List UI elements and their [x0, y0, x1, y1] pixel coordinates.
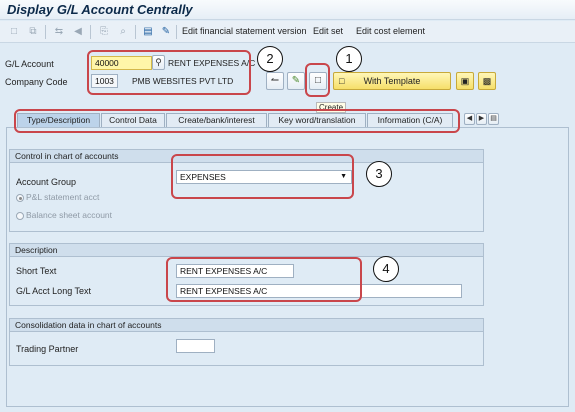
trading-partner-input[interactable]	[176, 339, 215, 353]
save-icon[interactable]: ▤	[141, 25, 155, 38]
short-text-label: Short Text	[16, 266, 57, 276]
edit-pencil-icon[interactable]: ✎	[287, 72, 305, 90]
display-change-icon[interactable]: ✎	[159, 25, 173, 38]
trading-partner-label: Trading Partner	[16, 344, 79, 354]
annotation-4: 4	[373, 256, 399, 282]
document-icon: □	[339, 76, 345, 86]
trash-icon[interactable]: ▩	[478, 72, 496, 90]
edit-cost-element-menu[interactable]: Edit cost element	[356, 26, 425, 36]
application-toolbar: □ ⧉ ⇆ ◀ ⎘ ⌕ ▤ ✎ Edit financial statement…	[0, 21, 575, 43]
toolbar-separator	[135, 25, 136, 39]
annotation-1: 1	[336, 46, 362, 72]
long-text-label: G/L Acct Long Text	[16, 286, 92, 296]
highlight-header-fields	[87, 50, 251, 95]
with-template-button[interactable]: □ With Template	[333, 72, 451, 90]
balance-sheet-label: Balance sheet account	[26, 210, 113, 220]
highlight-description	[166, 257, 362, 302]
account-group-label: Account Group	[16, 177, 77, 187]
with-template-label: With Template	[363, 76, 421, 86]
window-title: Display G/L Account Centrally	[7, 2, 193, 17]
tab-prev-icon[interactable]: ◀	[464, 113, 475, 125]
title-bar: Display G/L Account Centrally	[0, 0, 575, 20]
edit-fs-version-menu[interactable]: Edit financial statement version	[182, 26, 307, 36]
annotation-2: 2	[257, 46, 283, 72]
company-code-label: Company Code	[5, 77, 68, 87]
edit-set-menu[interactable]: Edit set	[313, 26, 343, 36]
toolbar-separator	[90, 25, 91, 39]
where-used-icon[interactable]: ↼	[266, 72, 284, 90]
consolidation-group-title: Consolidation data in chart of accounts	[10, 319, 483, 332]
tab-list-icon[interactable]: ▤	[488, 113, 499, 125]
print-icon[interactable]: ⎘	[97, 25, 111, 38]
toolbar-separator	[45, 25, 46, 39]
find-icon[interactable]: ⌕	[116, 25, 130, 38]
tab-next-icon[interactable]: ▶	[476, 113, 487, 125]
balance-sheet-radio[interactable]	[16, 212, 24, 220]
pl-statement-label: P&L statement acct	[26, 192, 100, 202]
gl-account-label: G/L Account	[5, 59, 54, 69]
other-object-icon[interactable]: ⇆	[52, 25, 66, 38]
copy-icon[interactable]: ⧉	[26, 25, 40, 38]
description-group-title: Description	[10, 244, 483, 257]
consolidation-group: Consolidation data in chart of accounts …	[9, 318, 484, 366]
pl-statement-radio[interactable]	[16, 194, 24, 202]
annotation-3: 3	[366, 161, 392, 187]
highlight-account-group	[171, 154, 354, 199]
lock-icon[interactable]: ▣	[456, 72, 474, 90]
prev-icon[interactable]: ◀	[71, 25, 85, 38]
highlight-tabs	[14, 109, 460, 133]
toolbar-separator	[176, 25, 177, 39]
highlight-create-button	[305, 63, 330, 97]
create-icon[interactable]: □	[7, 25, 21, 38]
